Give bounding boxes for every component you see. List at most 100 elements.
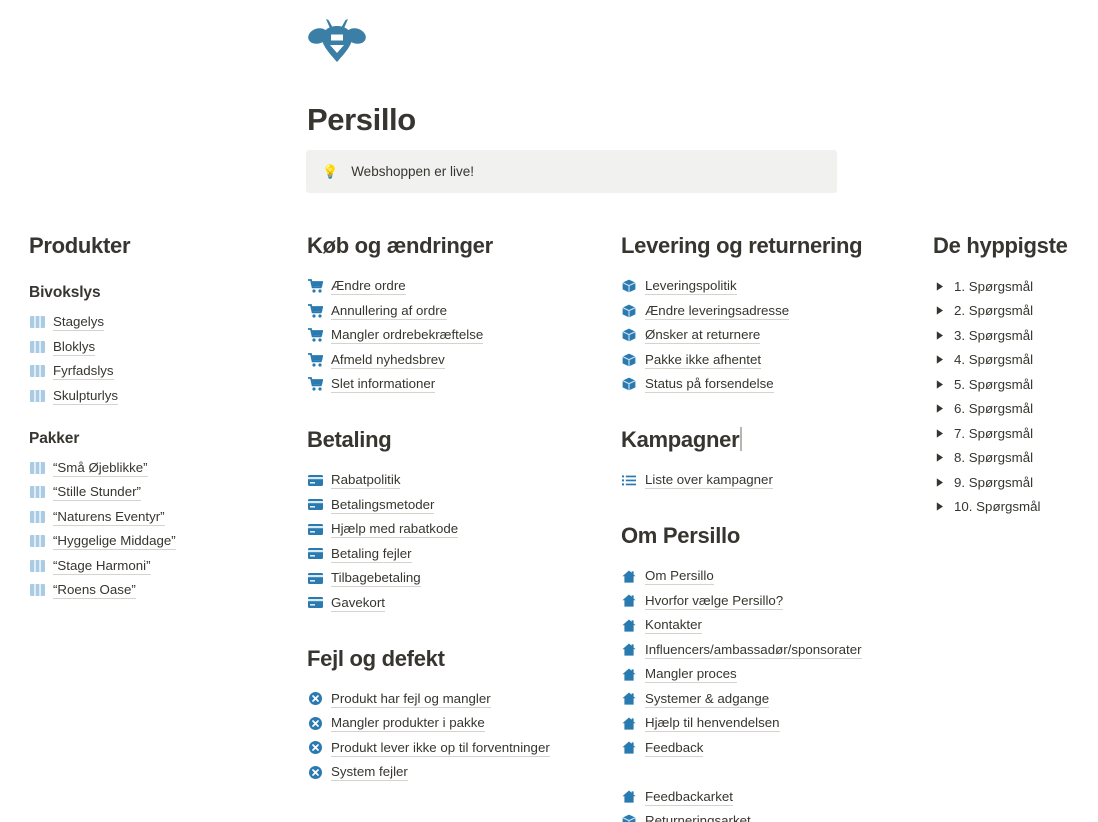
list-item[interactable]: Bloklys [29, 335, 279, 359]
list-item-label: Produkt lever ikke op til forventninger [331, 739, 550, 757]
list-item[interactable]: Slet informationer [307, 372, 607, 396]
credit-card-icon [307, 472, 323, 488]
toggle-item-label: 9. Spørgsmål [954, 474, 1034, 490]
list-item[interactable]: “Hyggelige Middage” [29, 529, 279, 553]
package-box-icon [621, 813, 637, 822]
triangle-right-icon[interactable] [933, 281, 947, 291]
home-icon [621, 666, 637, 682]
list-item-label: Stagelys [53, 314, 104, 331]
triangle-right-icon[interactable] [933, 379, 947, 389]
toggle-item[interactable]: 10. Spørgsmål [933, 495, 1093, 519]
list-item[interactable]: Mangler ordrebekræftelse [307, 323, 607, 347]
home-icon [621, 593, 637, 609]
subheading-bivokslys: Bivokslys [29, 284, 101, 301]
book-columns-icon [29, 460, 45, 476]
list-item[interactable]: Produkt lever ikke op til forventninger [307, 736, 607, 760]
toggle-item[interactable]: 3. Spørgsmål [933, 323, 1093, 347]
toggle-item[interactable]: 4. Spørgsmål [933, 348, 1093, 372]
list-item[interactable]: Hjælp med rabatkode [307, 517, 607, 541]
list-item-label: Rabatpolitik [331, 472, 401, 489]
list-item[interactable]: “Stage Harmoni” [29, 554, 279, 578]
column-heading-om-persillo: Om Persillo [621, 523, 740, 548]
triangle-right-icon[interactable] [933, 330, 947, 340]
toggle-item[interactable]: 5. Spørgsmål [933, 372, 1093, 396]
toggle-item[interactable]: 6. Spørgsmål [933, 397, 1093, 421]
column-heading-kampagner-text: Kampagner [621, 427, 740, 452]
list-item[interactable]: Pakke ikke afhentet [621, 348, 921, 372]
list-item-label: Status på forsendelse [645, 376, 774, 393]
toggle-item-label: 7. Spørgsmål [954, 425, 1034, 441]
list-item-label: Hvorfor vælge Persillo? [645, 592, 784, 610]
list-item[interactable]: Hvorfor vælge Persillo? [621, 589, 921, 613]
list-item[interactable]: Fyrfadslys [29, 359, 279, 383]
list-item[interactable]: “Stille Stunder” [29, 480, 279, 504]
list-item[interactable]: Leveringspolitik [621, 274, 921, 298]
list-item-label: Feedbackarket [645, 788, 733, 806]
list-item[interactable]: “Små Øjeblikke” [29, 456, 279, 480]
list-item-label: “Hyggelige Middage” [53, 533, 176, 550]
list-item[interactable]: Betalingsmetoder [307, 493, 607, 517]
triangle-right-icon[interactable] [933, 502, 947, 511]
toggle-item[interactable]: 7. Spørgsmål [933, 421, 1093, 445]
list-item-label: System fejler [331, 764, 408, 781]
list-item[interactable]: Status på forsendelse [621, 372, 921, 396]
triangle-right-icon[interactable] [933, 453, 947, 462]
list-item-label: Hjælp til henvendelsen [645, 715, 780, 732]
toggle-item-label: 2. Spørgsmål [954, 303, 1034, 318]
triangle-right-icon[interactable] [933, 477, 947, 487]
book-columns-icon [29, 582, 45, 598]
list-item[interactable]: Systemer & adgange [621, 687, 921, 711]
toggle-item[interactable]: 2. Spørgsmål [933, 299, 1093, 323]
list-item[interactable]: Skulpturlys [29, 384, 279, 408]
error-circle-icon [307, 764, 323, 780]
list-item[interactable]: Betaling fejler [307, 542, 607, 566]
list-kampagner: Liste over kampagner [621, 468, 921, 492]
list-item[interactable]: Produkt har fejl og mangler [307, 687, 607, 711]
toggle-item[interactable]: 9. Spørgsmål [933, 470, 1093, 494]
column-heading-kampagner[interactable]: Kampagner [621, 426, 921, 454]
list-item[interactable]: Tilbagebetaling [307, 566, 607, 590]
triangle-right-icon[interactable] [933, 306, 947, 315]
list-item[interactable]: Ønsker at returnere [621, 323, 921, 347]
toggle-item[interactable]: 1. Spørgsmål [933, 274, 1093, 298]
list-item[interactable]: Annullering af ordre [307, 299, 607, 323]
list-item[interactable]: Feedback [621, 736, 921, 760]
list-item[interactable]: Feedbackarket [621, 785, 921, 809]
list-item[interactable]: Liste over kampagner [621, 468, 921, 492]
list-pakker: “Små Øjeblikke” “Stille Stunder” “Nature… [29, 456, 279, 603]
list-item[interactable]: “Roens Oase” [29, 578, 279, 602]
triangle-right-icon[interactable] [933, 404, 947, 413]
list-item[interactable]: Returneringsarket [621, 809, 921, 822]
lightbulb-icon: 💡 [322, 164, 339, 179]
list-item[interactable]: Ændre ordre [307, 274, 607, 298]
book-columns-icon [29, 339, 45, 355]
callout-text: Webshoppen er live! [351, 164, 475, 179]
list-item[interactable]: Influencers/ambassadør/sponsorater [621, 638, 921, 662]
list-item[interactable]: Ændre leveringsadresse [621, 299, 921, 323]
error-circle-icon [307, 740, 323, 756]
package-box-icon [621, 327, 637, 343]
home-icon [621, 642, 637, 658]
column-heading-produkter: Produkter [29, 233, 131, 258]
list-item[interactable]: Afmeld nyhedsbrev [307, 348, 607, 372]
list-item[interactable]: Mangler produkter i pakke [307, 711, 607, 735]
list-item[interactable]: Hjælp til henvendelsen [621, 711, 921, 735]
credit-card-icon [307, 497, 323, 513]
triangle-right-icon[interactable] [933, 355, 947, 364]
toggle-item-label: 1. Spørgsmål [954, 278, 1034, 294]
list-item[interactable]: Gavekort [307, 591, 607, 615]
list-item[interactable]: “Naturens Eventyr” [29, 505, 279, 529]
list-item[interactable]: Stagelys [29, 310, 279, 334]
list-item[interactable]: Rabatpolitik [307, 468, 607, 492]
list-item[interactable]: Mangler proces [621, 662, 921, 686]
list-item[interactable]: Kontakter [621, 613, 921, 637]
list-item-label: Ændre ordre [331, 278, 406, 295]
column-koeb-og-aendringer: Køb og ændringer Ændre ordre Annullering… [307, 232, 607, 785]
toggle-item[interactable]: 8. Spørgsmål [933, 446, 1093, 470]
triangle-right-icon[interactable] [933, 428, 947, 438]
book-columns-icon [29, 533, 45, 549]
text-cursor-caret [740, 427, 742, 451]
list-item[interactable]: System fejler [307, 760, 607, 784]
list-item-label: Bloklys [53, 338, 96, 356]
list-item[interactable]: Om Persillo [621, 564, 921, 588]
